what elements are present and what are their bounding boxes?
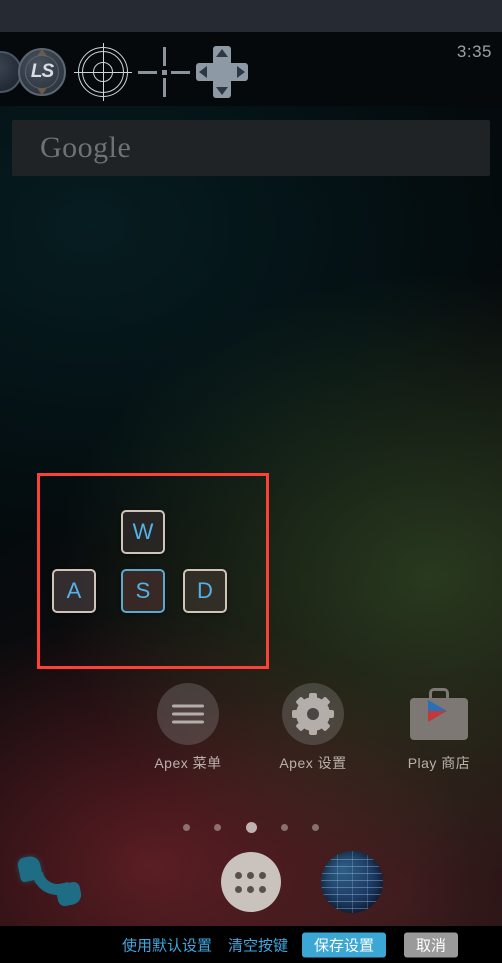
page-dot-2[interactable]: [214, 824, 222, 832]
clear-keys-button[interactable]: 清空按键: [228, 934, 288, 955]
use-default-settings-button[interactable]: 使用默认设置: [122, 934, 212, 955]
app-drawer-icon[interactable]: [212, 843, 290, 921]
dpad-icon[interactable]: [196, 46, 248, 98]
cross-bottom: [163, 78, 166, 97]
dpad-arrow-up: [216, 49, 228, 57]
home-screen-wallpaper: Google W A S D Apex 菜单 Apex 设置 Play 商店: [0, 106, 502, 926]
left-stick-icon[interactable]: LS: [18, 48, 66, 96]
keymap-action-bar: 使用默认设置 清空按键 保存设置 取消: [0, 926, 502, 963]
google-logo: Google: [40, 131, 132, 164]
browser-globe-icon[interactable]: [311, 843, 389, 921]
key-w[interactable]: W: [121, 510, 165, 554]
dpad-arrow-right: [237, 66, 245, 78]
cross-center: [162, 70, 167, 75]
aim-hline: [74, 71, 132, 73]
dpad-arrow-down: [216, 87, 228, 95]
app-label-apex-settings: Apex 设置: [279, 755, 347, 771]
key-d[interactable]: D: [183, 569, 227, 613]
clock: 3:35: [456, 42, 492, 61]
cross-top: [163, 47, 166, 66]
app-label-play-store: Play 商店: [407, 755, 471, 771]
google-search-widget[interactable]: Google: [12, 120, 490, 176]
play-store-icon: [408, 683, 470, 745]
cross-right: [171, 71, 190, 74]
page-dot-4[interactable]: [280, 824, 288, 832]
app-shortcut-apex-menu[interactable]: Apex 菜单: [128, 683, 248, 773]
system-status-bar: [0, 0, 502, 32]
cross-left: [138, 71, 157, 74]
save-settings-button[interactable]: 保存设置: [302, 932, 387, 957]
home-dock: [0, 839, 502, 926]
key-a[interactable]: A: [52, 569, 96, 613]
phone-icon[interactable]: [12, 843, 90, 921]
keymapping-toolbar: LS 3:35: [0, 32, 502, 106]
key-s[interactable]: S: [121, 569, 165, 613]
page-dot-1[interactable]: [182, 824, 190, 832]
emulator-screen: LS 3:35 Google W A S D Apex 菜单 Apex 设置 P…: [0, 0, 502, 963]
hamburger-menu-icon: [157, 683, 219, 745]
app-shortcut-row: Apex 菜单 Apex 设置 Play 商店: [0, 683, 502, 788]
gear-icon: [282, 683, 344, 745]
app-label-apex-menu: Apex 菜单: [154, 755, 222, 771]
cancel-button[interactable]: 取消: [404, 932, 459, 957]
page-dot-3-active[interactable]: [245, 822, 257, 834]
mouse-look-crosshair-icon[interactable]: [138, 47, 190, 97]
dpad-arrow-left: [199, 66, 207, 78]
left-stick-inner-ring: [25, 55, 59, 89]
aim-crosshair-icon[interactable]: [74, 43, 132, 101]
page-dot-5[interactable]: [312, 824, 320, 832]
page-indicator: [0, 819, 502, 837]
app-shortcut-apex-settings[interactable]: Apex 设置: [253, 683, 373, 773]
app-shortcut-play-store[interactable]: Play 商店: [379, 683, 499, 773]
